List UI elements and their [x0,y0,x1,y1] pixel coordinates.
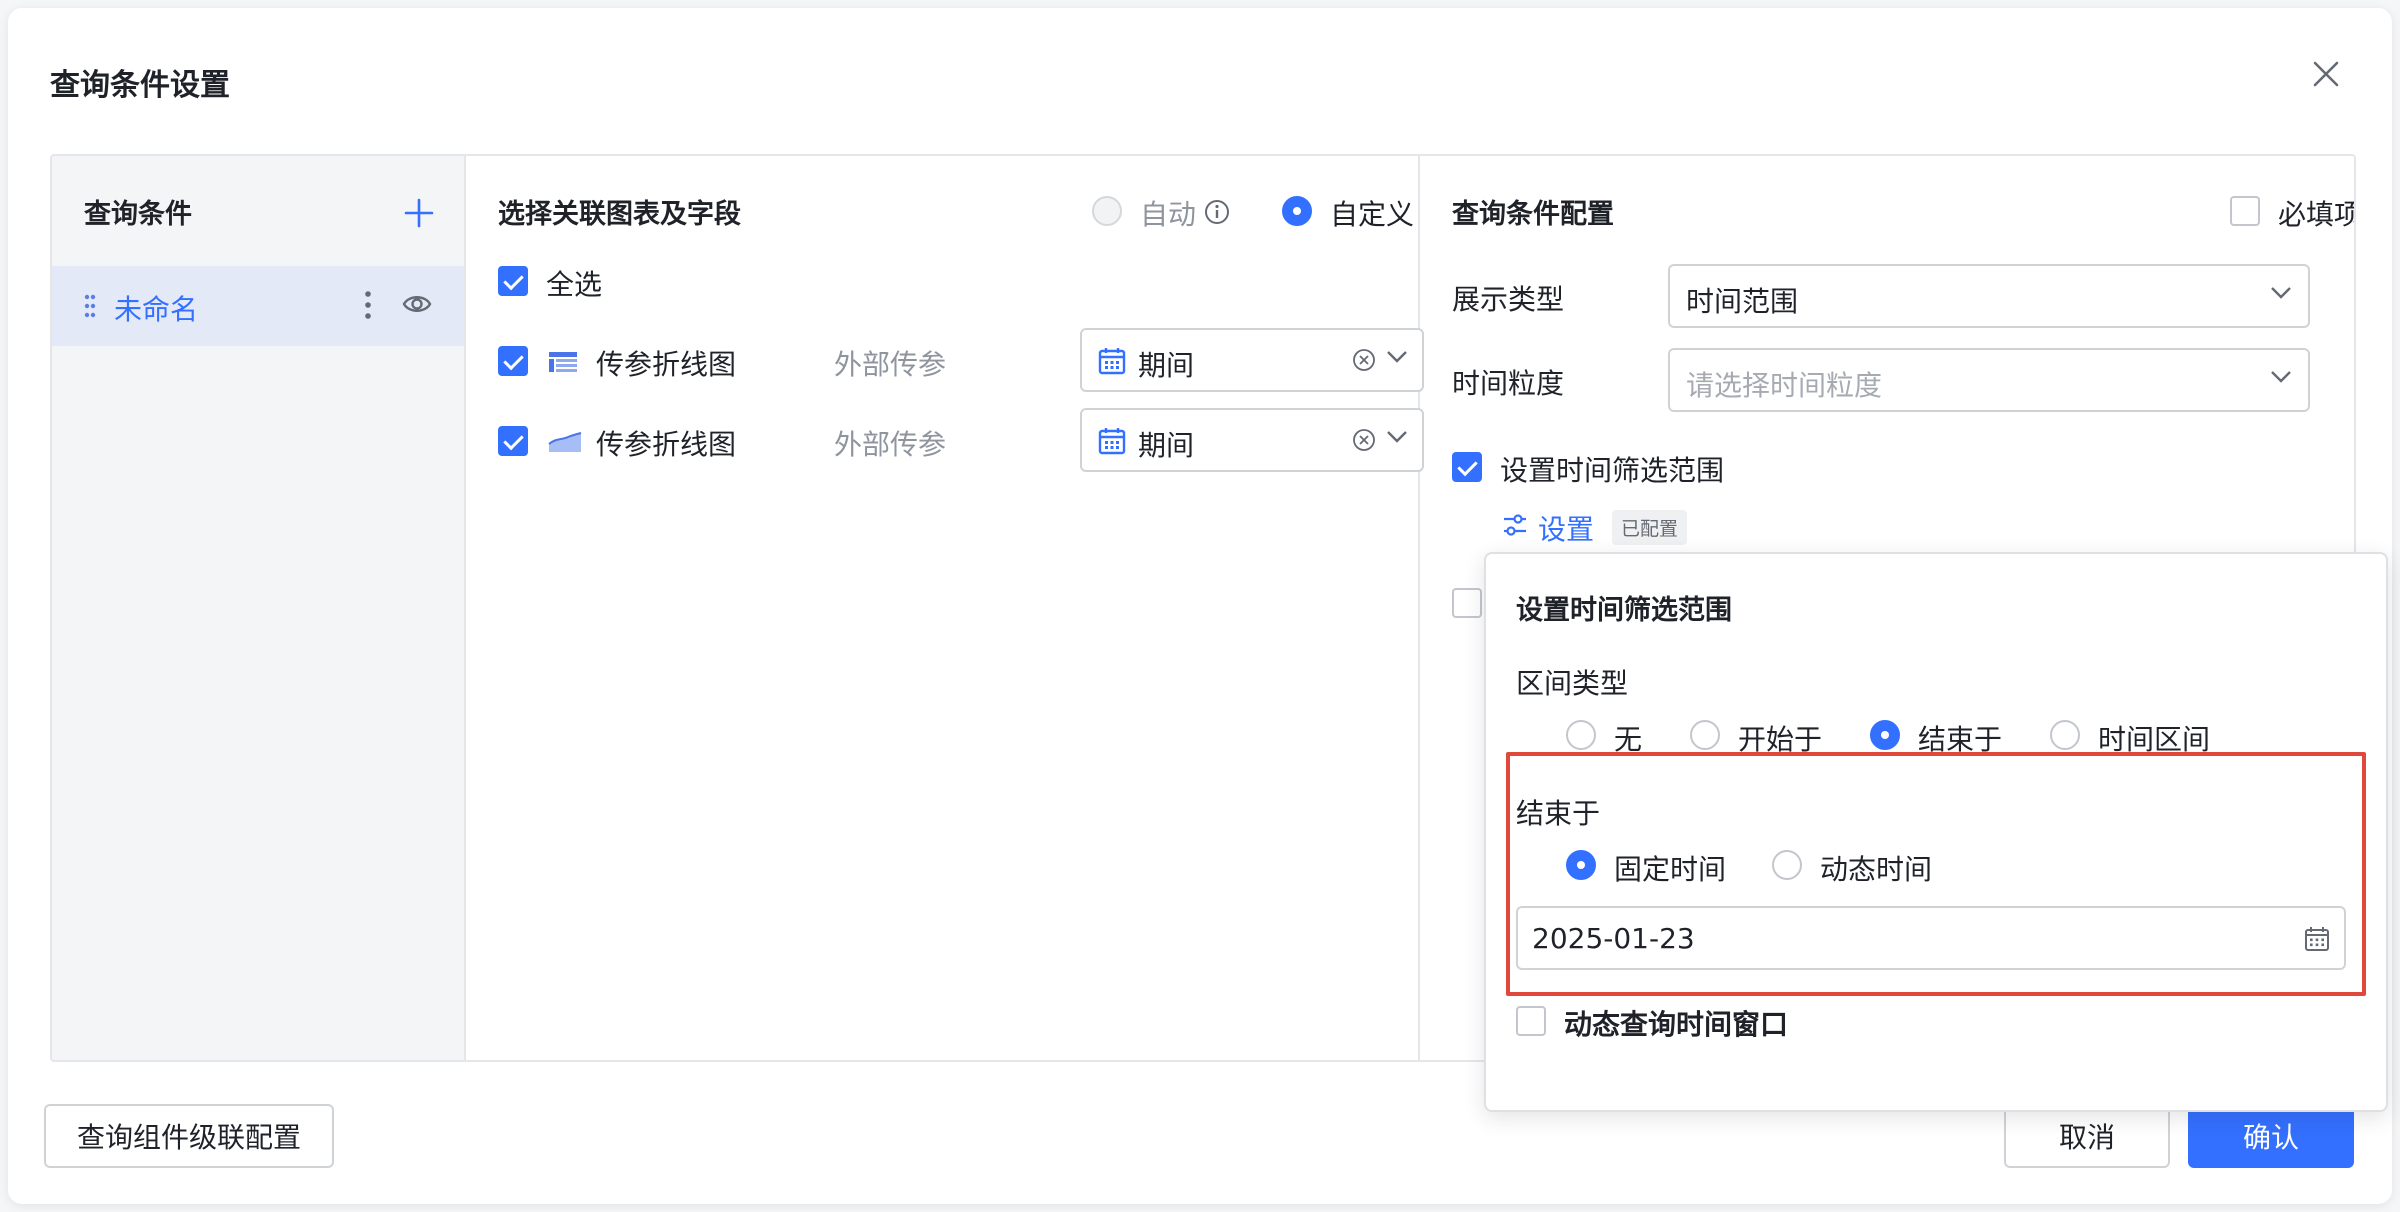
mode-custom-radio[interactable] [1282,196,1312,226]
calendar-icon [1098,348,1126,375]
dynamic-time-label: 动态时间 [1820,853,1933,886]
partial-checkbox[interactable] [1452,588,1482,618]
dynamic-window-checkbox[interactable] [1516,1006,1546,1036]
calendar-icon [1098,428,1126,455]
interval-start-radio[interactable] [1690,720,1720,750]
required-checkbox[interactable] [2230,196,2260,226]
dynamic-time-radio[interactable] [1772,850,1802,880]
filter-range-checkbox[interactable] [1452,452,1482,482]
required-label: 必填项 [2278,198,2356,231]
sliders-icon [1504,514,1526,536]
interval-type-label: 区间类型 [1516,667,1629,700]
select-all-checkbox[interactable] [498,266,528,296]
dialog-title: 查询条件设置 [50,68,230,103]
interval-end-radio[interactable] [1870,720,1900,750]
chevron-down-icon [1387,431,1407,443]
condition-item[interactable]: 未命名 [52,266,464,346]
cascade-config-button[interactable]: 查询组件级联配置 [44,1104,334,1168]
dynamic-window-label: 动态查询时间窗口 [1564,1008,1789,1041]
mode-custom-label: 自定义 [1330,198,1415,231]
field-select[interactable]: 期间 [1080,328,1424,392]
confirm-button[interactable]: 确认 [2188,1104,2354,1168]
select-all-label: 全选 [546,268,603,301]
fixed-time-label: 固定时间 [1614,853,1727,886]
chart-row-param-type: 外部传参 [834,348,947,381]
filter-range-popover: 设置时间筛选范围 区间类型 无 开始于 结束于 时间区间 结束于 固定时间 动态… [1484,552,2388,1112]
area-chart-icon [548,432,582,452]
fixed-time-radio[interactable] [1566,850,1596,880]
eye-icon[interactable] [402,292,432,316]
mode-auto-label: 自动 [1140,198,1197,231]
field-select-value: 期间 [1138,349,1195,382]
condition-list-column: 查询条件 未命名 [52,156,466,1060]
cancel-button[interactable]: 取消 [2004,1104,2170,1168]
granularity-select[interactable]: 请选择时间粒度 [1668,348,2310,412]
granularity-placeholder: 请选择时间粒度 [1686,369,1883,402]
calendar-icon[interactable] [2304,926,2330,952]
end-at-label: 结束于 [1516,797,1601,830]
clear-icon[interactable] [1352,348,1376,372]
interval-none-radio[interactable] [1566,720,1596,750]
close-icon[interactable] [2304,52,2348,96]
mode-auto-radio[interactable] [1092,196,1122,226]
display-type-label: 展示类型 [1452,283,1565,316]
date-picker-input[interactable]: 2025-01-23 [1516,906,2346,970]
condition-config-title: 查询条件配置 [1452,199,1614,230]
interval-range-radio[interactable] [2050,720,2080,750]
chevron-down-icon [2271,287,2291,299]
condition-list-title: 查询条件 [84,199,192,230]
clear-icon[interactable] [1352,428,1376,452]
condition-name: 未命名 [114,293,199,326]
display-type-select[interactable]: 时间范围 [1668,264,2310,328]
popover-title: 设置时间筛选范围 [1516,595,1732,626]
chart-row-name: 传参折线图 [596,428,737,461]
chevron-down-icon [2271,371,2291,383]
chart-field-column: 选择关联图表及字段 自动 自定义 全选 传参折线图 外部传参 期间 传参折线图 … [466,156,1424,1060]
filter-settings-link[interactable]: 设置 [1538,508,1594,548]
filter-range-label: 设置时间筛选范围 [1500,454,1725,487]
display-type-value: 时间范围 [1686,285,1799,318]
chart-row-param-type: 外部传参 [834,428,947,461]
info-icon [1205,200,1229,224]
more-icon[interactable] [364,290,372,320]
chart-field-title: 选择关联图表及字段 [498,199,741,230]
plus-icon [404,198,434,228]
chart-row-name: 传参折线图 [596,348,737,381]
drag-handle-icon[interactable] [84,294,96,318]
chart-row-checkbox[interactable] [498,426,528,456]
field-select[interactable]: 期间 [1080,408,1424,472]
chart-row-checkbox[interactable] [498,346,528,376]
add-condition-button[interactable] [400,194,438,232]
field-select-value: 期间 [1138,429,1195,462]
date-value: 2025-01-23 [1532,922,1695,955]
configured-tag: 已配置 [1612,510,1688,545]
chevron-down-icon [1387,351,1407,363]
table-chart-icon [549,352,577,372]
granularity-label: 时间粒度 [1452,367,1565,400]
